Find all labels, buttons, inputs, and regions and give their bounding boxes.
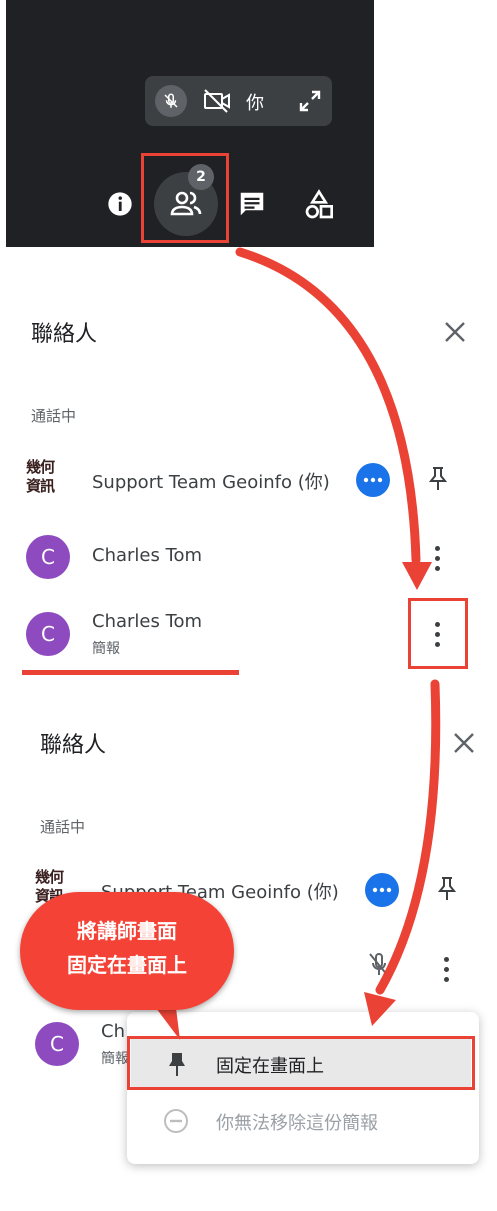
arrow-to-more-button xyxy=(235,247,421,565)
callout-line-2: 固定在畫面上 xyxy=(67,953,187,977)
arrow-to-pin-item xyxy=(375,679,441,995)
arrowhead xyxy=(402,562,432,590)
arrowhead xyxy=(364,992,396,1026)
callout-line-1: 將講師畫面 xyxy=(77,919,177,943)
callout-bubble: 將講師畫面 固定在畫面上 xyxy=(20,892,234,1010)
annotation-arrows xyxy=(150,247,441,1040)
